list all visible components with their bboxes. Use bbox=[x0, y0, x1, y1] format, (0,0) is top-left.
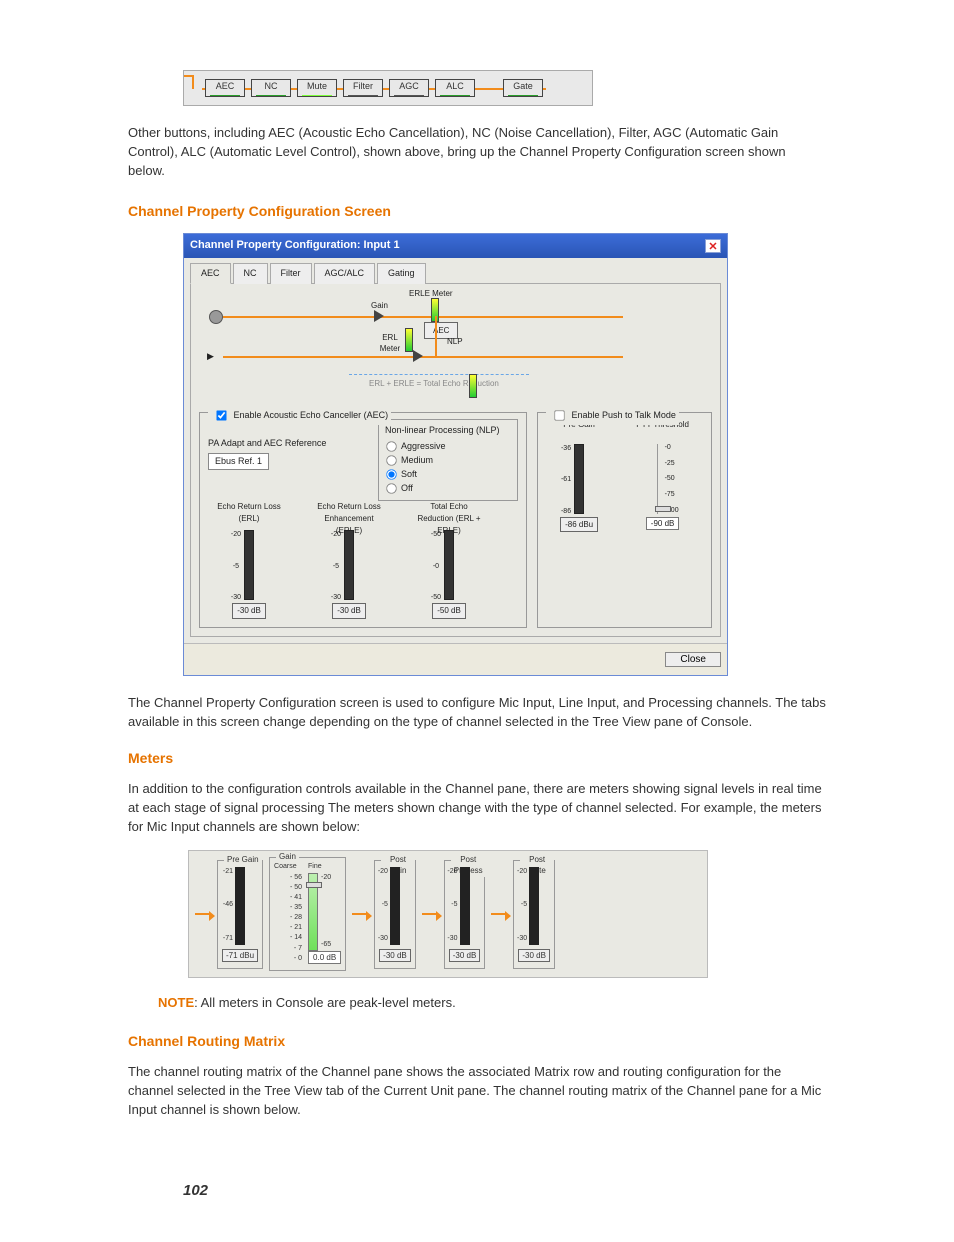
nlp-label: NLP bbox=[447, 336, 463, 348]
window-title: Channel Property Configuration: Input 1 bbox=[190, 238, 400, 254]
meter: Echo Return Loss Enhancement (ERLE) -20-… bbox=[314, 501, 384, 619]
ptt-fieldset: Enable Push to Talk Mode Pre Gain -36-61… bbox=[537, 412, 712, 628]
aec-button[interactable]: AEC bbox=[205, 79, 245, 97]
flow-arrow bbox=[491, 913, 507, 915]
pre-gain-box: Pre Gain -21-46-71 -71 dBu bbox=[217, 860, 263, 970]
meter: Total Echo Reduction (ERL + ERLE) -50-0-… bbox=[414, 501, 484, 619]
mute-button[interactable]: Mute bbox=[297, 79, 337, 97]
post-process-box: Post Process -20-5-30 -30 dB bbox=[444, 860, 486, 970]
gain2-icon bbox=[413, 350, 423, 362]
post-gain-box: Post Gain -20-5-30 -30 dB bbox=[374, 860, 416, 970]
tab-nc[interactable]: NC bbox=[233, 263, 268, 284]
fine-gain-slider[interactable] bbox=[308, 873, 318, 951]
post-gate-box: Post Gate -20-5-30 -30 dB bbox=[513, 860, 555, 970]
gain-icon bbox=[374, 310, 384, 322]
nlp-option-off[interactable]: Off bbox=[385, 482, 511, 495]
enable-aec-checkbox[interactable]: Enable Acoustic Echo Canceller (AEC) bbox=[208, 406, 391, 425]
nlp-group: Non-linear Processing (NLP) AggressiveMe… bbox=[378, 419, 518, 502]
pre-gain-reading: -86 dBu bbox=[560, 517, 598, 533]
flow-arrow bbox=[352, 913, 368, 915]
close-icon[interactable]: ✕ bbox=[705, 239, 721, 253]
config-window: Channel Property Configuration: Input 1 … bbox=[183, 233, 728, 676]
tab-gating[interactable]: Gating bbox=[377, 263, 426, 284]
speaker-icon: ▶ bbox=[207, 350, 221, 364]
diagram-footer: ERL + ERLE = Total Echo Reduction bbox=[369, 378, 499, 390]
nlp-option-soft[interactable]: Soft bbox=[385, 468, 511, 481]
ptt-threshold-slider[interactable]: PTT Threshold -0-25-50-75-100 -90 dB bbox=[636, 419, 689, 533]
gate-button[interactable]: Gate bbox=[503, 79, 543, 97]
tab-filter[interactable]: Filter bbox=[270, 263, 312, 284]
tab-aec[interactable]: AEC bbox=[190, 263, 231, 284]
paragraph-buttons: Other buttons, including AEC (Acoustic E… bbox=[128, 124, 826, 181]
tab-strip: AECNCFilterAGC/ALCGating bbox=[190, 262, 721, 284]
signal-toolbar: AEC NC Mute Filter AGC ALC Gate bbox=[183, 70, 593, 106]
fine-gain-reading[interactable]: 0.0 dB bbox=[308, 951, 341, 965]
page-number: 102 bbox=[183, 1180, 826, 1202]
paragraph-config: The Channel Property Configuration scree… bbox=[128, 694, 826, 732]
enable-ptt-checkbox[interactable]: Enable Push to Talk Mode bbox=[546, 406, 679, 425]
ptt-threshold-reading[interactable]: -90 dB bbox=[646, 517, 680, 531]
paragraph-routing: The channel routing matrix of the Channe… bbox=[128, 1063, 826, 1120]
heading-meters: Meters bbox=[128, 748, 826, 768]
alc-button[interactable]: ALC bbox=[435, 79, 475, 97]
close-button[interactable]: Close bbox=[665, 652, 721, 667]
note-line: NOTE: All meters in Console are peak-lev… bbox=[158, 994, 826, 1013]
filter-button[interactable]: Filter bbox=[343, 79, 383, 97]
total-mini-meter bbox=[469, 374, 477, 398]
aec-fieldset: Enable Acoustic Echo Canceller (AEC) Non… bbox=[199, 412, 527, 628]
heading-config: Channel Property Configuration Screen bbox=[128, 201, 826, 221]
tab-agcalc[interactable]: AGC/ALC bbox=[314, 263, 376, 284]
pa-reference-value[interactable]: Ebus Ref. 1 bbox=[208, 453, 269, 470]
paragraph-meters: In addition to the configuration control… bbox=[128, 780, 826, 837]
flow-arrow bbox=[422, 913, 438, 915]
pre-gain-meter: Pre Gain -36-61-86 -86 dBu bbox=[560, 419, 598, 533]
heading-routing: Channel Routing Matrix bbox=[128, 1031, 826, 1051]
gain-label: Gain bbox=[371, 300, 388, 312]
nlp-title: Non-linear Processing (NLP) bbox=[385, 424, 511, 437]
mic-icon bbox=[209, 310, 223, 324]
gain-box: Gain Coarse - 56- 50- 41- 35- 28- 21- 14… bbox=[269, 857, 346, 971]
erl-mini-meter bbox=[405, 328, 413, 352]
flow-arrow bbox=[195, 913, 211, 915]
signal-diagram: ERLE Meter Gain AEC ERL Meter NLP ▶ ERL … bbox=[199, 292, 712, 402]
tab-body-aec: ERLE Meter Gain AEC ERL Meter NLP ▶ ERL … bbox=[190, 284, 721, 637]
erl-meter-label: ERL Meter bbox=[375, 332, 405, 355]
nlp-option-aggressive[interactable]: Aggressive bbox=[385, 440, 511, 453]
wire-in bbox=[184, 71, 202, 105]
nc-button[interactable]: NC bbox=[251, 79, 291, 97]
nlp-option-medium[interactable]: Medium bbox=[385, 454, 511, 467]
meters-strip: Pre Gain -21-46-71 -71 dBu Gain Coarse -… bbox=[188, 850, 708, 978]
window-titlebar: Channel Property Configuration: Input 1 … bbox=[184, 234, 727, 258]
agc-button[interactable]: AGC bbox=[389, 79, 429, 97]
meter: Echo Return Loss (ERL) -20-5-30 -30 dB bbox=[214, 501, 284, 619]
